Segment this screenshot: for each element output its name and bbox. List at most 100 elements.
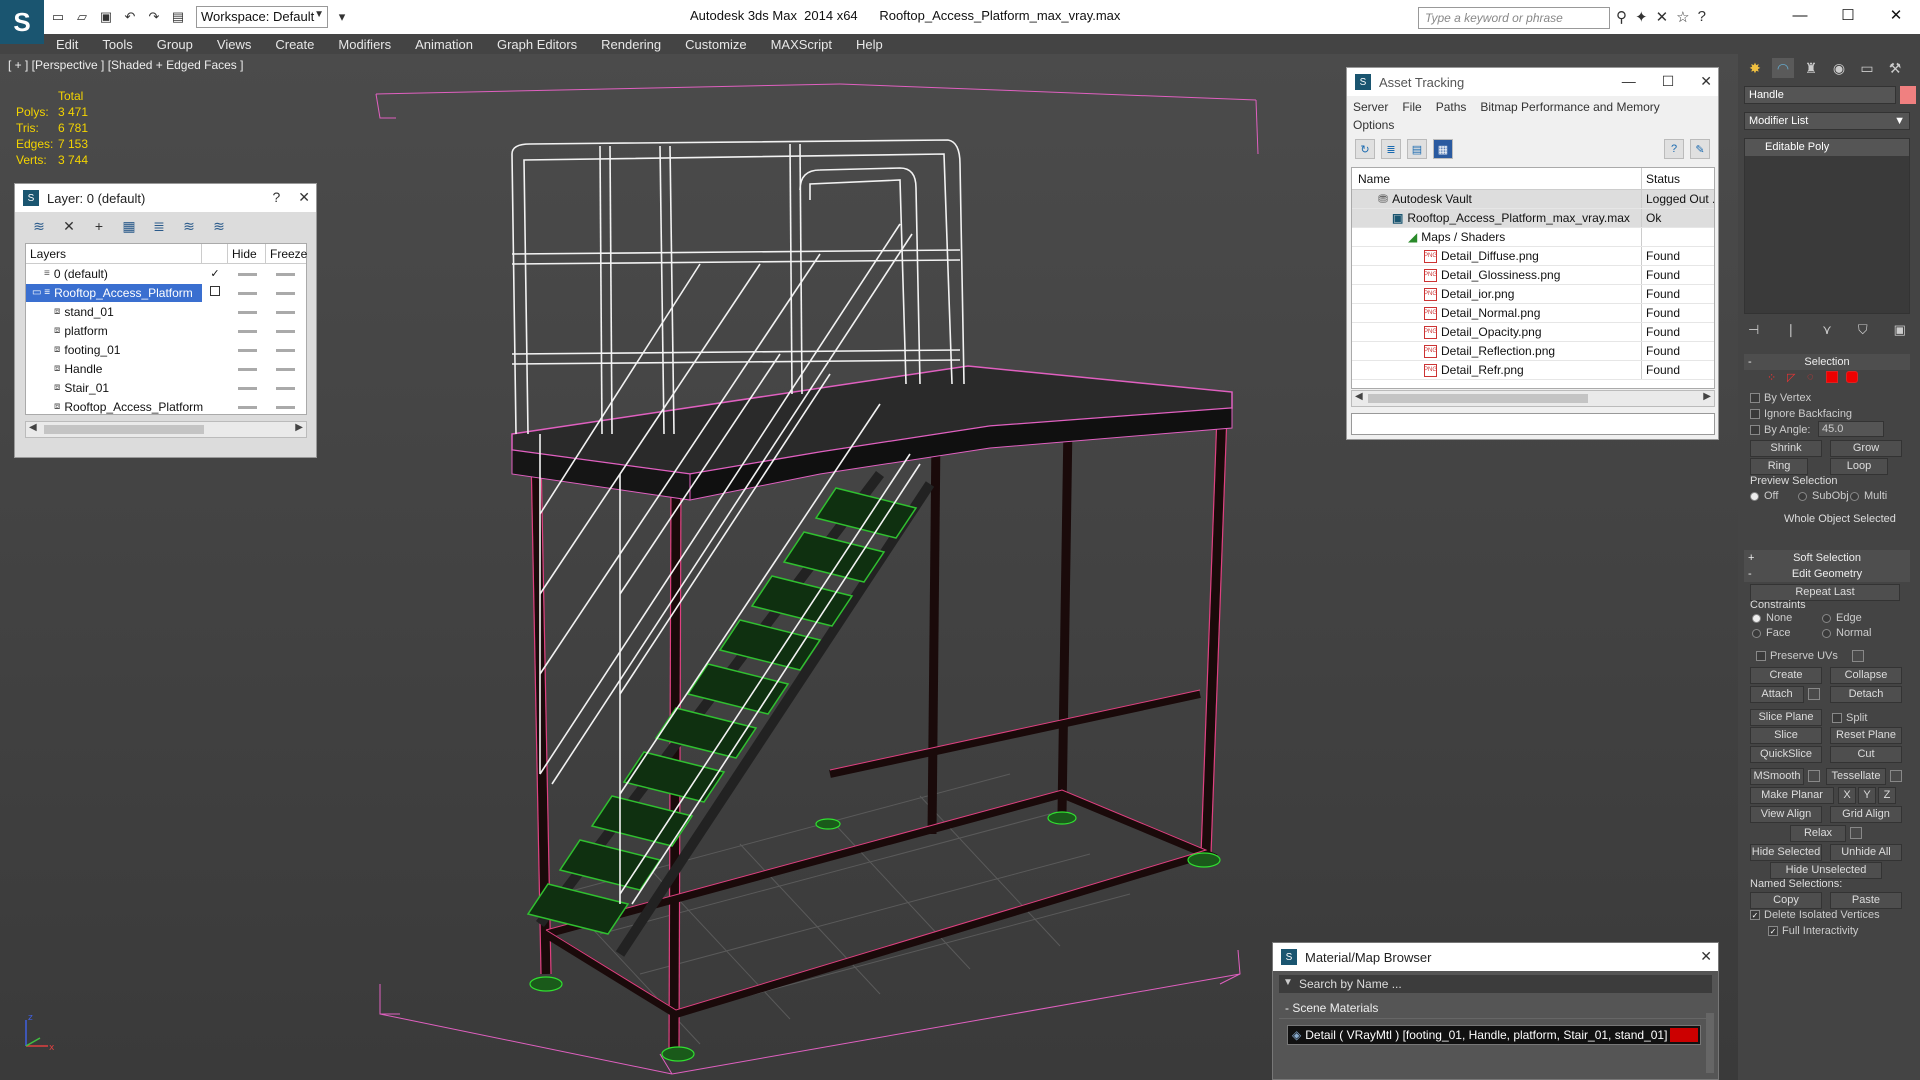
- freeze-all-icon[interactable]: ≋: [209, 216, 229, 236]
- by-vertex-checkbox[interactable]: By Vertex: [1750, 392, 1811, 404]
- asset-row[interactable]: PNG Detail_Glossiness.png Found: [1352, 266, 1714, 285]
- scroll-left-icon[interactable]: ◀: [1355, 391, 1363, 402]
- column-freeze[interactable]: Freeze: [266, 244, 307, 263]
- modifier-stack-item[interactable]: Editable Poly: [1745, 139, 1909, 156]
- preserve-uvs-settings-icon[interactable]: [1852, 650, 1864, 662]
- hide-selected-button[interactable]: Hide Selected: [1750, 844, 1822, 861]
- toolbar-dropdown-icon[interactable]: ▾: [332, 7, 352, 27]
- full-interactivity-checkbox[interactable]: ✓ Full Interactivity: [1768, 925, 1858, 937]
- hide-toggle[interactable]: ▬▬: [228, 287, 266, 298]
- list-view-icon[interactable]: ≣: [1381, 139, 1401, 159]
- object-row[interactable]: ⧈ platform ▬▬ ▬▬: [26, 321, 306, 340]
- chevron-down-icon[interactable]: ▼: [1283, 977, 1293, 988]
- material-scrollbar[interactable]: [1706, 1013, 1714, 1073]
- modifier-list-dropdown[interactable]: Modifier List ▼: [1744, 112, 1910, 130]
- quickslice-button[interactable]: QuickSlice: [1750, 746, 1822, 763]
- by-angle-checkbox[interactable]: By Angle:: [1750, 424, 1810, 436]
- attach-button[interactable]: Attach: [1750, 686, 1804, 703]
- help-icon[interactable]: ?: [1664, 139, 1684, 159]
- scroll-right-icon[interactable]: ▶: [295, 422, 303, 433]
- hide-toggle[interactable]: ▬▬: [228, 325, 266, 336]
- utilities-tab-icon[interactable]: ⚒: [1884, 58, 1906, 78]
- relax-settings-icon[interactable]: [1850, 827, 1862, 839]
- create-tab-icon[interactable]: ✸: [1744, 58, 1766, 78]
- freeze-toggle[interactable]: ▬▬: [266, 401, 304, 412]
- make-planar-button[interactable]: Make Planar: [1750, 787, 1834, 804]
- column-layers[interactable]: Layers: [26, 244, 202, 263]
- menu-server[interactable]: Server: [1353, 100, 1388, 114]
- constraint-none-radio[interactable]: None: [1752, 612, 1792, 624]
- new-file-icon[interactable]: ▭: [48, 7, 68, 27]
- tessellate-button[interactable]: Tessellate: [1826, 768, 1886, 785]
- hide-all-icon[interactable]: ≋: [179, 216, 199, 236]
- settings-icon[interactable]: ✎: [1690, 139, 1710, 159]
- asset-row[interactable]: ⛃Autodesk Vault Logged Out ...: [1352, 190, 1714, 209]
- maximize-button[interactable]: ☐: [1824, 0, 1872, 30]
- undo-icon[interactable]: ↶: [120, 7, 140, 27]
- select-in-layer-icon[interactable]: ▦: [119, 216, 139, 236]
- help-icon[interactable]: ?: [1698, 8, 1706, 26]
- new-layer-icon[interactable]: ≋: [29, 216, 49, 236]
- delete-layer-icon[interactable]: ✕: [59, 216, 79, 236]
- object-name-field[interactable]: Handle: [1744, 86, 1896, 104]
- object-row[interactable]: ⧈ footing_01 ▬▬ ▬▬: [26, 340, 306, 359]
- pin-stack-icon[interactable]: ⊣: [1748, 322, 1759, 338]
- menu-maxscript[interactable]: MAXScript: [759, 37, 844, 52]
- msmooth-settings-icon[interactable]: [1808, 770, 1820, 782]
- menu-tools[interactable]: Tools: [90, 37, 144, 52]
- menu-edit[interactable]: Edit: [44, 37, 90, 52]
- asset-row[interactable]: PNG Detail_Refr.png Found: [1352, 361, 1714, 380]
- planar-z-button[interactable]: Z: [1878, 787, 1896, 804]
- constraint-edge-radio[interactable]: Edge: [1822, 612, 1862, 624]
- asset-row[interactable]: PNG Detail_Normal.png Found: [1352, 304, 1714, 323]
- redo-icon[interactable]: ↷: [144, 7, 164, 27]
- selection-rollout-header[interactable]: - Selection: [1744, 354, 1910, 370]
- preserve-uvs-checkbox[interactable]: Preserve UVs: [1756, 650, 1838, 662]
- app-logo[interactable]: S: [0, 0, 44, 44]
- material-browser-titlebar[interactable]: S Material/Map Browser ✕: [1273, 943, 1718, 971]
- unhide-all-button[interactable]: Unhide All: [1830, 844, 1902, 861]
- split-checkbox[interactable]: Split: [1832, 712, 1867, 724]
- close-button[interactable]: ✕: [298, 189, 310, 206]
- menu-rendering[interactable]: Rendering: [589, 37, 673, 52]
- current-layer-check[interactable]: ✓: [202, 267, 228, 280]
- tree-view-icon[interactable]: ▤: [1407, 139, 1427, 159]
- constraint-face-radio[interactable]: Face: [1752, 627, 1790, 639]
- hide-toggle[interactable]: ▬▬: [228, 268, 266, 279]
- ring-button[interactable]: Ring: [1750, 458, 1808, 475]
- freeze-toggle[interactable]: ▬▬: [266, 306, 304, 317]
- preview-multi-radio[interactable]: Multi: [1850, 490, 1887, 502]
- motion-tab-icon[interactable]: ◉: [1828, 58, 1850, 78]
- current-layer-check[interactable]: [202, 286, 228, 299]
- menu-group[interactable]: Group: [145, 37, 205, 52]
- asset-row[interactable]: ▣ Rooftop_Access_Platform_max_vray.max Ok: [1352, 209, 1714, 228]
- hide-unselected-button[interactable]: Hide Unselected: [1770, 862, 1882, 879]
- show-end-result-icon[interactable]: ❘: [1785, 322, 1796, 338]
- object-row[interactable]: ⧈ stand_01 ▬▬ ▬▬: [26, 302, 306, 321]
- close-button[interactable]: ✕: [1700, 73, 1712, 90]
- msmooth-button[interactable]: MSmooth: [1750, 768, 1804, 785]
- asset-row[interactable]: PNG Detail_Diffuse.png Found: [1352, 247, 1714, 266]
- preview-off-radio[interactable]: Off: [1750, 490, 1778, 502]
- asset-horizontal-scrollbar[interactable]: ◀ ▶: [1351, 390, 1715, 407]
- asset-row[interactable]: ◢ Maps / Shaders: [1352, 228, 1714, 247]
- angle-spinner[interactable]: 45.0: [1818, 421, 1884, 437]
- hide-toggle[interactable]: ▬▬: [228, 344, 266, 355]
- viewport-label[interactable]: [ + ] [Perspective ] [Shaded + Edged Fac…: [8, 58, 243, 72]
- grow-button[interactable]: Grow: [1830, 440, 1902, 457]
- view-align-button[interactable]: View Align: [1750, 806, 1822, 823]
- border-mode-icon[interactable]: ◌: [1806, 370, 1818, 383]
- table-view-icon[interactable]: ▦: [1433, 139, 1453, 159]
- minimize-button[interactable]: —: [1776, 0, 1824, 30]
- reset-plane-button[interactable]: Reset Plane: [1830, 727, 1902, 744]
- freeze-toggle[interactable]: ▬▬: [266, 382, 304, 393]
- layer-panel-titlebar[interactable]: S Layer: 0 (default) ? ✕: [15, 184, 316, 212]
- configure-sets-icon[interactable]: ▣: [1894, 322, 1906, 338]
- freeze-toggle[interactable]: ▬▬: [266, 268, 304, 279]
- edge-mode-icon[interactable]: ◸: [1786, 370, 1798, 384]
- hierarchy-tab-icon[interactable]: ♜: [1800, 58, 1822, 78]
- asset-row[interactable]: PNG Detail_Reflection.png Found: [1352, 342, 1714, 361]
- display-tab-icon[interactable]: ▭: [1856, 58, 1878, 78]
- menu-paths[interactable]: Paths: [1436, 100, 1467, 114]
- hide-toggle[interactable]: ▬▬: [228, 306, 266, 317]
